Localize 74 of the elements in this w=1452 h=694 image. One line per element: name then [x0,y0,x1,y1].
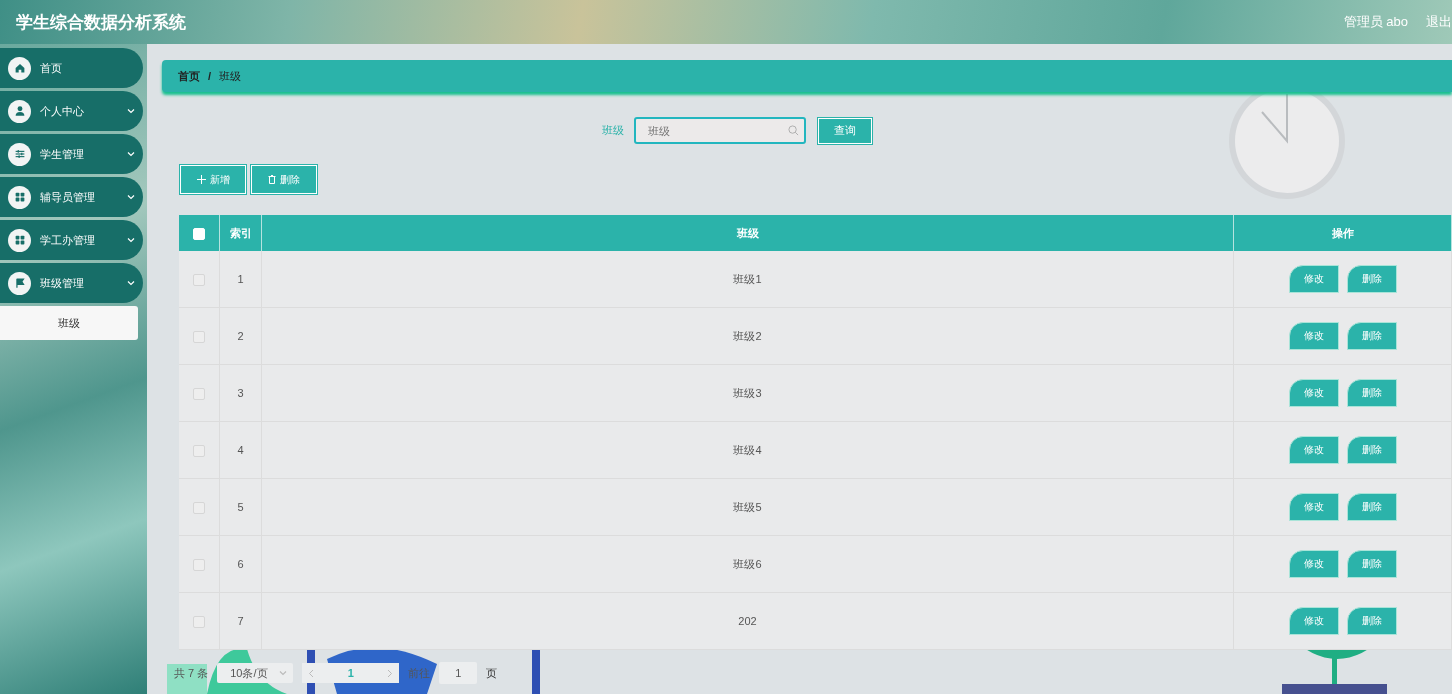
delete-button[interactable]: 删除 [1346,607,1397,635]
table-cell: 3 [219,364,262,422]
edit-button[interactable]: 修改 [1288,607,1339,635]
search-field[interactable]: 班级 [634,117,806,144]
page-suffix: 页 [486,665,498,681]
column-header: 操作 [1233,215,1452,251]
delete-button[interactable]: 删除 [1346,493,1397,521]
chevron-down-icon [279,670,288,676]
chevron-down-icon [127,280,135,286]
table-cell: 班级5 [261,478,1234,536]
table-cell: 7 [219,592,262,650]
delete-button[interactable]: 删除 [1346,322,1397,350]
select-all-checkbox[interactable] [193,227,205,240]
edit-button[interactable]: 修改 [1288,322,1339,350]
menu-item[interactable]: 辅导员管理 [0,177,143,217]
delete-button[interactable]: 删除 [1346,436,1397,464]
delete-button[interactable]: 删除 [1346,265,1397,293]
search-icon [788,125,799,136]
edit-button[interactable]: 修改 [1288,550,1339,578]
edit-button[interactable]: 修改 [1288,436,1339,464]
delete-button[interactable]: 删除 [1346,550,1397,578]
table-cell: 6 [219,535,262,593]
table-cell: 5 [219,478,262,536]
submenu-item[interactable]: 班级 [0,306,138,340]
chevron-down-icon [127,194,135,200]
table-cell: 202 [261,592,1234,650]
menu-item[interactable]: 学生管理 [0,134,143,174]
search-label: 班级 [602,123,624,138]
page-number[interactable]: 1 [341,666,360,680]
chevron-down-icon [127,151,135,157]
delete-button[interactable]: 删除 [1346,379,1397,407]
table-cell: 班级2 [261,307,1234,365]
menu-item[interactable]: 个人中心 [0,91,143,131]
row-checkbox[interactable] [193,273,205,286]
table-cell: 班级1 [261,251,1234,308]
row-checkbox[interactable] [193,444,205,457]
table-cell: 班级3 [261,364,1234,422]
table-cell: 班级6 [261,535,1234,593]
table-cell: 4 [219,421,262,479]
edit-button[interactable]: 修改 [1288,493,1339,521]
delete-button[interactable]: 删除 [251,165,317,194]
app-title: 学生综合数据分析系统 [16,11,186,34]
chevron-down-icon [127,108,135,114]
total-count: 共 7 条 [174,665,209,681]
row-checkbox[interactable] [193,387,205,400]
goto-label: 前往 [408,665,431,681]
table-cell: 班级4 [261,421,1234,479]
edit-button[interactable]: 修改 [1288,265,1339,293]
column-header: 班级 [261,215,1234,251]
menu-item[interactable]: 学工办管理 [0,220,143,260]
search-button[interactable]: 查询 [818,117,872,144]
row-checkbox[interactable] [193,501,205,514]
chevron-down-icon [127,237,135,243]
add-button[interactable]: 新增 [180,165,246,194]
user-name: 管理员 abo [1343,13,1408,31]
next-page-icon[interactable] [387,668,394,678]
breadcrumb-separator: / [208,70,212,82]
menu-item[interactable]: 班级管理 [0,263,143,303]
row-checkbox[interactable] [193,558,205,571]
column-header: 索引 [219,215,262,251]
page-size-select[interactable]: 10条/页 [217,663,294,683]
menu-item[interactable]: 首页 [0,48,143,88]
row-checkbox[interactable] [193,615,205,628]
logout-link[interactable]: 退出 [1426,13,1452,31]
trash-icon [268,175,276,184]
table-cell: 1 [219,251,262,308]
row-checkbox[interactable] [193,330,205,343]
table-cell: 2 [219,307,262,365]
previous-page-icon[interactable] [308,668,315,678]
breadcrumb-current: 班级 [219,68,242,84]
edit-button[interactable]: 修改 [1288,379,1339,407]
page-input[interactable]: 1 [439,662,478,684]
breadcrumb-link[interactable]: 首页 [178,68,200,84]
plus-icon [196,175,206,184]
